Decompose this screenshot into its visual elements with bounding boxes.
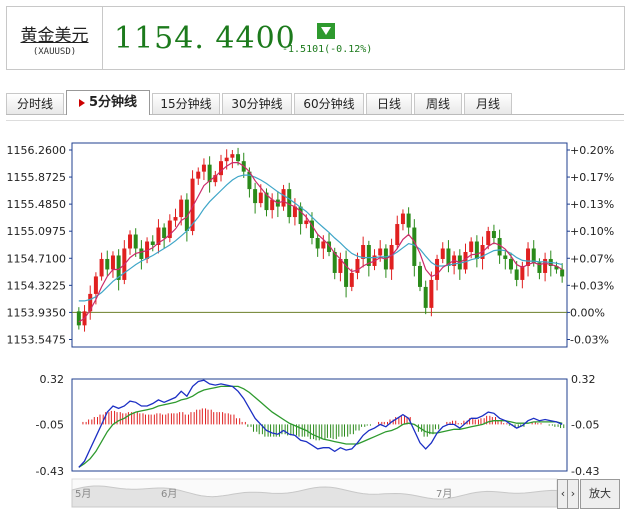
candle-body (486, 231, 491, 245)
y-right-tick-label: +0.03% (570, 279, 614, 292)
y-right-tick-label: +0.07% (570, 252, 614, 265)
candle-body (253, 189, 258, 204)
macd-right-tick-label: 0.32 (571, 373, 596, 386)
candle-body (196, 171, 201, 179)
candle-body (429, 279, 434, 308)
candle-body (236, 154, 241, 162)
y-right-tick-label: +0.17% (570, 171, 614, 184)
candle-body (344, 258, 349, 287)
y-tick-label: 1155.8725 (7, 171, 67, 184)
y-tick-label: 1156.2600 (7, 144, 67, 157)
candle-body (508, 258, 513, 270)
candle-body (270, 199, 275, 211)
candle-body (474, 241, 479, 259)
candle-body (304, 220, 309, 225)
y-right-tick-label: 0.00% (570, 306, 605, 319)
y-tick-label: 1154.7100 (7, 252, 67, 265)
candle-body (258, 192, 263, 204)
candle-body (224, 157, 229, 162)
candle-body (315, 238, 320, 249)
candle-body (128, 234, 133, 249)
candle-body (162, 227, 167, 239)
y-right-tick-label: +0.13% (570, 198, 614, 211)
candle-body (531, 248, 536, 263)
y-right-tick-label: -0.03% (570, 333, 609, 346)
macd-right-tick-label: -0.43 (571, 465, 599, 478)
candle-body (76, 311, 81, 326)
candle-body (395, 224, 400, 245)
candle-body (93, 276, 98, 294)
nav-right-handle[interactable]: › (567, 479, 579, 509)
y-right-tick-label: +0.10% (570, 225, 614, 238)
candle-body (423, 286, 428, 308)
navigator-month-label: 6月 (161, 488, 177, 500)
macd-tick-label: -0.05 (36, 418, 64, 431)
candle-body (150, 241, 155, 245)
navigator-month-label: 5月 (75, 488, 91, 500)
y-tick-label: 1155.0975 (7, 225, 67, 238)
y-tick-label: 1155.4850 (7, 198, 67, 211)
navigator-month-label: 7月 (436, 488, 452, 500)
candle-body (201, 164, 206, 172)
candle-body (406, 213, 411, 228)
candle-body (389, 245, 394, 270)
macd-right-tick-label: -0.05 (571, 418, 599, 431)
y-tick-label: 1153.5475 (7, 333, 67, 346)
candle-body (469, 241, 474, 252)
candle-body (418, 265, 423, 287)
candle-body (281, 189, 286, 207)
candle-body (503, 255, 508, 259)
y-right-tick-label: +0.20% (570, 144, 614, 157)
candle-body (400, 213, 405, 225)
candle-body (321, 241, 326, 249)
candle-body (543, 258, 548, 273)
macd-tick-label: -0.43 (36, 465, 64, 478)
candle-body (560, 269, 565, 277)
candle-body (110, 255, 115, 270)
candle-body (349, 272, 354, 287)
candle-body (230, 154, 235, 158)
candle-body (440, 248, 445, 259)
candle-body (378, 248, 383, 256)
candle-body (105, 258, 110, 270)
candle-body (173, 217, 178, 221)
candle-body (491, 231, 496, 239)
candle-body (139, 248, 144, 259)
zoom-in-button[interactable]: 放大 (580, 479, 620, 509)
candle-body (99, 258, 104, 277)
y-tick-label: 1153.9350 (7, 306, 67, 319)
candle-body (179, 199, 184, 218)
candle-body (298, 206, 303, 225)
candle-body (133, 234, 138, 249)
candle-body (514, 269, 519, 280)
macd-tick-label: 0.32 (40, 373, 65, 386)
candle-body (435, 258, 440, 280)
candle-body (520, 265, 525, 280)
price-chart: 1156.2600 +0.20% 1155.8725 +0.17% 1155.4850 +… (7, 142, 614, 508)
y-tick-label: 1154.3225 (7, 279, 67, 292)
candle-body (526, 248, 531, 266)
